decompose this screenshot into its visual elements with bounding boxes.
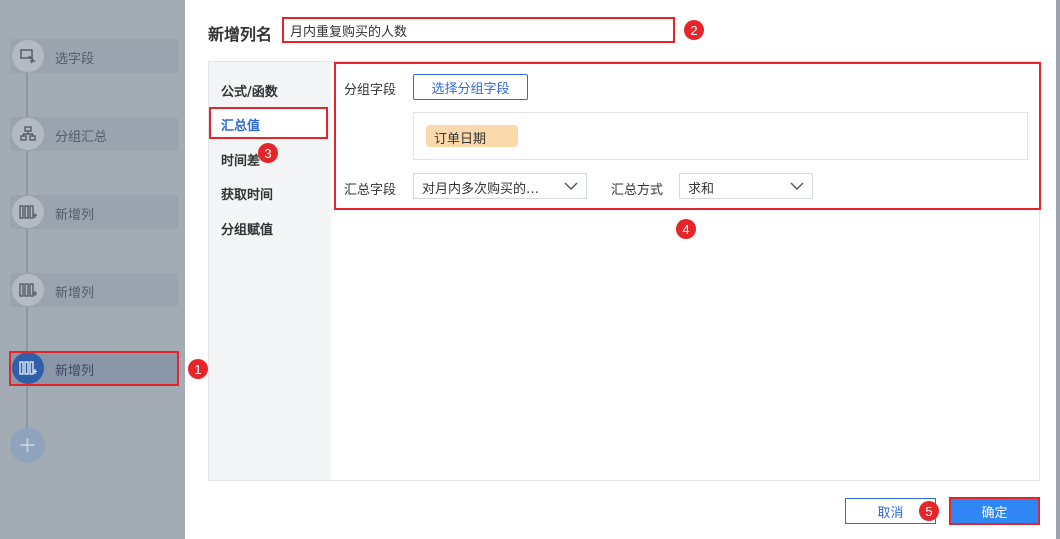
add-column-icon	[12, 274, 44, 306]
group-field-label: 分组字段	[344, 83, 397, 98]
summary-method-select[interactable]: 求和	[679, 173, 813, 199]
step-group-summary[interactable]: 分组汇总	[10, 117, 178, 151]
step-add-column-1[interactable]: 新增列	[10, 195, 178, 229]
marker-5: 5	[919, 501, 939, 521]
chevron-down-icon	[564, 179, 578, 197]
step-label: 新增列	[55, 364, 95, 379]
step-add-column-2[interactable]: 新增列	[10, 273, 178, 307]
step-label: 新增列	[55, 208, 95, 223]
step-label: 选字段	[55, 52, 95, 67]
background-strip	[1056, 0, 1060, 539]
add-column-icon	[12, 352, 44, 384]
summary-settings: 分组字段 选择分组字段 订单日期 汇总字段 对月内多次购买的… 汇总方式 求和	[334, 62, 1041, 210]
config-panel: 公式/函数 汇总值 时间差 获取时间 分组赋值 分组字段 选择分组字段 订单日期…	[208, 61, 1041, 481]
tab-list: 公式/函数 汇总值 时间差 获取时间 分组赋值	[209, 62, 331, 480]
marker-1: 1	[188, 359, 208, 379]
step-label: 新增列	[55, 286, 95, 301]
column-name-input[interactable]	[282, 17, 675, 43]
confirm-button[interactable]: 确定	[949, 497, 1040, 525]
flow-connector-line	[26, 58, 28, 443]
summary-field-label: 汇总字段	[344, 183, 397, 198]
step-add-column-3[interactable]: 新增列	[10, 351, 178, 385]
select-field-icon	[12, 40, 44, 72]
marker-4: 4	[676, 219, 696, 239]
group-summary-icon	[12, 118, 44, 150]
chevron-down-icon	[790, 179, 804, 197]
step-select-field[interactable]: 选字段	[10, 39, 178, 73]
marker-2: 2	[684, 20, 704, 40]
summary-field-value: 对月内多次购买的…	[422, 182, 540, 197]
workflow-panel: 选字段 分组汇总 新增列 新增列 新增列 +	[0, 0, 185, 539]
marker-3: 3	[258, 143, 278, 163]
tab-group-assign[interactable]: 分组赋值	[221, 219, 273, 238]
select-group-field-button[interactable]: 选择分组字段	[413, 74, 528, 100]
tab-summary-value[interactable]: 汇总值	[221, 115, 260, 134]
group-field-tag[interactable]: 订单日期	[426, 125, 518, 147]
add-column-icon	[12, 196, 44, 228]
step-label: 分组汇总	[55, 130, 108, 145]
add-step-button[interactable]: +	[10, 428, 45, 463]
tab-get-time[interactable]: 获取时间	[221, 184, 273, 203]
plus-icon: +	[18, 433, 37, 458]
group-field-dropzone[interactable]: 订单日期	[413, 112, 1028, 160]
tab-formula[interactable]: 公式/函数	[221, 81, 278, 100]
dialog-title: 新增列名	[208, 25, 273, 44]
summary-field-select[interactable]: 对月内多次购买的…	[413, 173, 587, 199]
summary-method-label: 汇总方式	[611, 183, 664, 198]
tab-time-diff[interactable]: 时间差	[221, 150, 260, 169]
summary-method-value: 求和	[688, 182, 715, 197]
